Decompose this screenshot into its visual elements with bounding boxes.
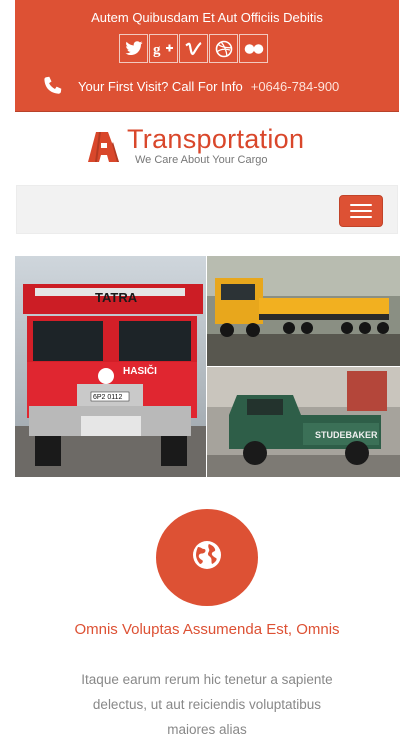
truck-plate-label: 6P2 0112: [93, 394, 123, 401]
truck-brand-label: TATRA: [95, 290, 138, 305]
header-tagline: Autem Quibusdam Et Aut Officiis Debitis: [91, 10, 323, 25]
twitter-icon[interactable]: [119, 34, 148, 63]
vintage-pickup-photo[interactable]: STUDEBAKER: [207, 367, 400, 477]
main-navbar: [16, 185, 398, 234]
truck-station-label: HASIČI: [123, 364, 157, 377]
menu-toggle-button[interactable]: [339, 195, 383, 227]
phone-icon: [42, 76, 64, 96]
menu-icon-bar: [350, 204, 372, 206]
hero-gallery: TATRA HASIČI 6P2 0112 STUDEBAKER: [15, 256, 400, 477]
fire-truck-photo[interactable]: TATRA HASIČI 6P2 0112: [15, 256, 206, 477]
feature-title: Omnis Voluptas Assumenda Est, Omnis: [74, 621, 340, 638]
call-text: Your First Visit? Call For Info: [78, 78, 243, 94]
site-name: Transportation: [127, 124, 305, 154]
pickup-label: STUDEBAKER: [315, 430, 378, 440]
flickr-icon[interactable]: [239, 34, 268, 63]
google-plus-icon[interactable]: g: [149, 34, 178, 63]
social-links: g: [119, 34, 268, 63]
heavy-haul-truck-photo[interactable]: [207, 256, 400, 366]
phone-number[interactable]: +0646-784-900: [251, 79, 340, 94]
logo-icon: [86, 130, 122, 168]
vimeo-icon[interactable]: [179, 34, 208, 63]
dribbble-icon[interactable]: [209, 34, 238, 63]
site-tagline: We Care About Your Cargo: [135, 154, 268, 166]
svg-text:g: g: [153, 42, 161, 58]
globe-icon: [191, 539, 223, 576]
menu-icon-bar: [350, 216, 372, 218]
site-logo[interactable]: Transportation We Care About Your Cargo: [86, 122, 336, 174]
menu-icon-bar: [350, 210, 372, 212]
feature-text: Itaque earum rerum hic tenetur a sapient…: [81, 672, 333, 737]
top-banner: Autem Quibusdam Et Aut Officiis Debitis …: [15, 0, 399, 112]
feature-globe-circle: [156, 509, 258, 606]
call-info: Your First Visit? Call For Info +0646-78…: [42, 76, 399, 96]
